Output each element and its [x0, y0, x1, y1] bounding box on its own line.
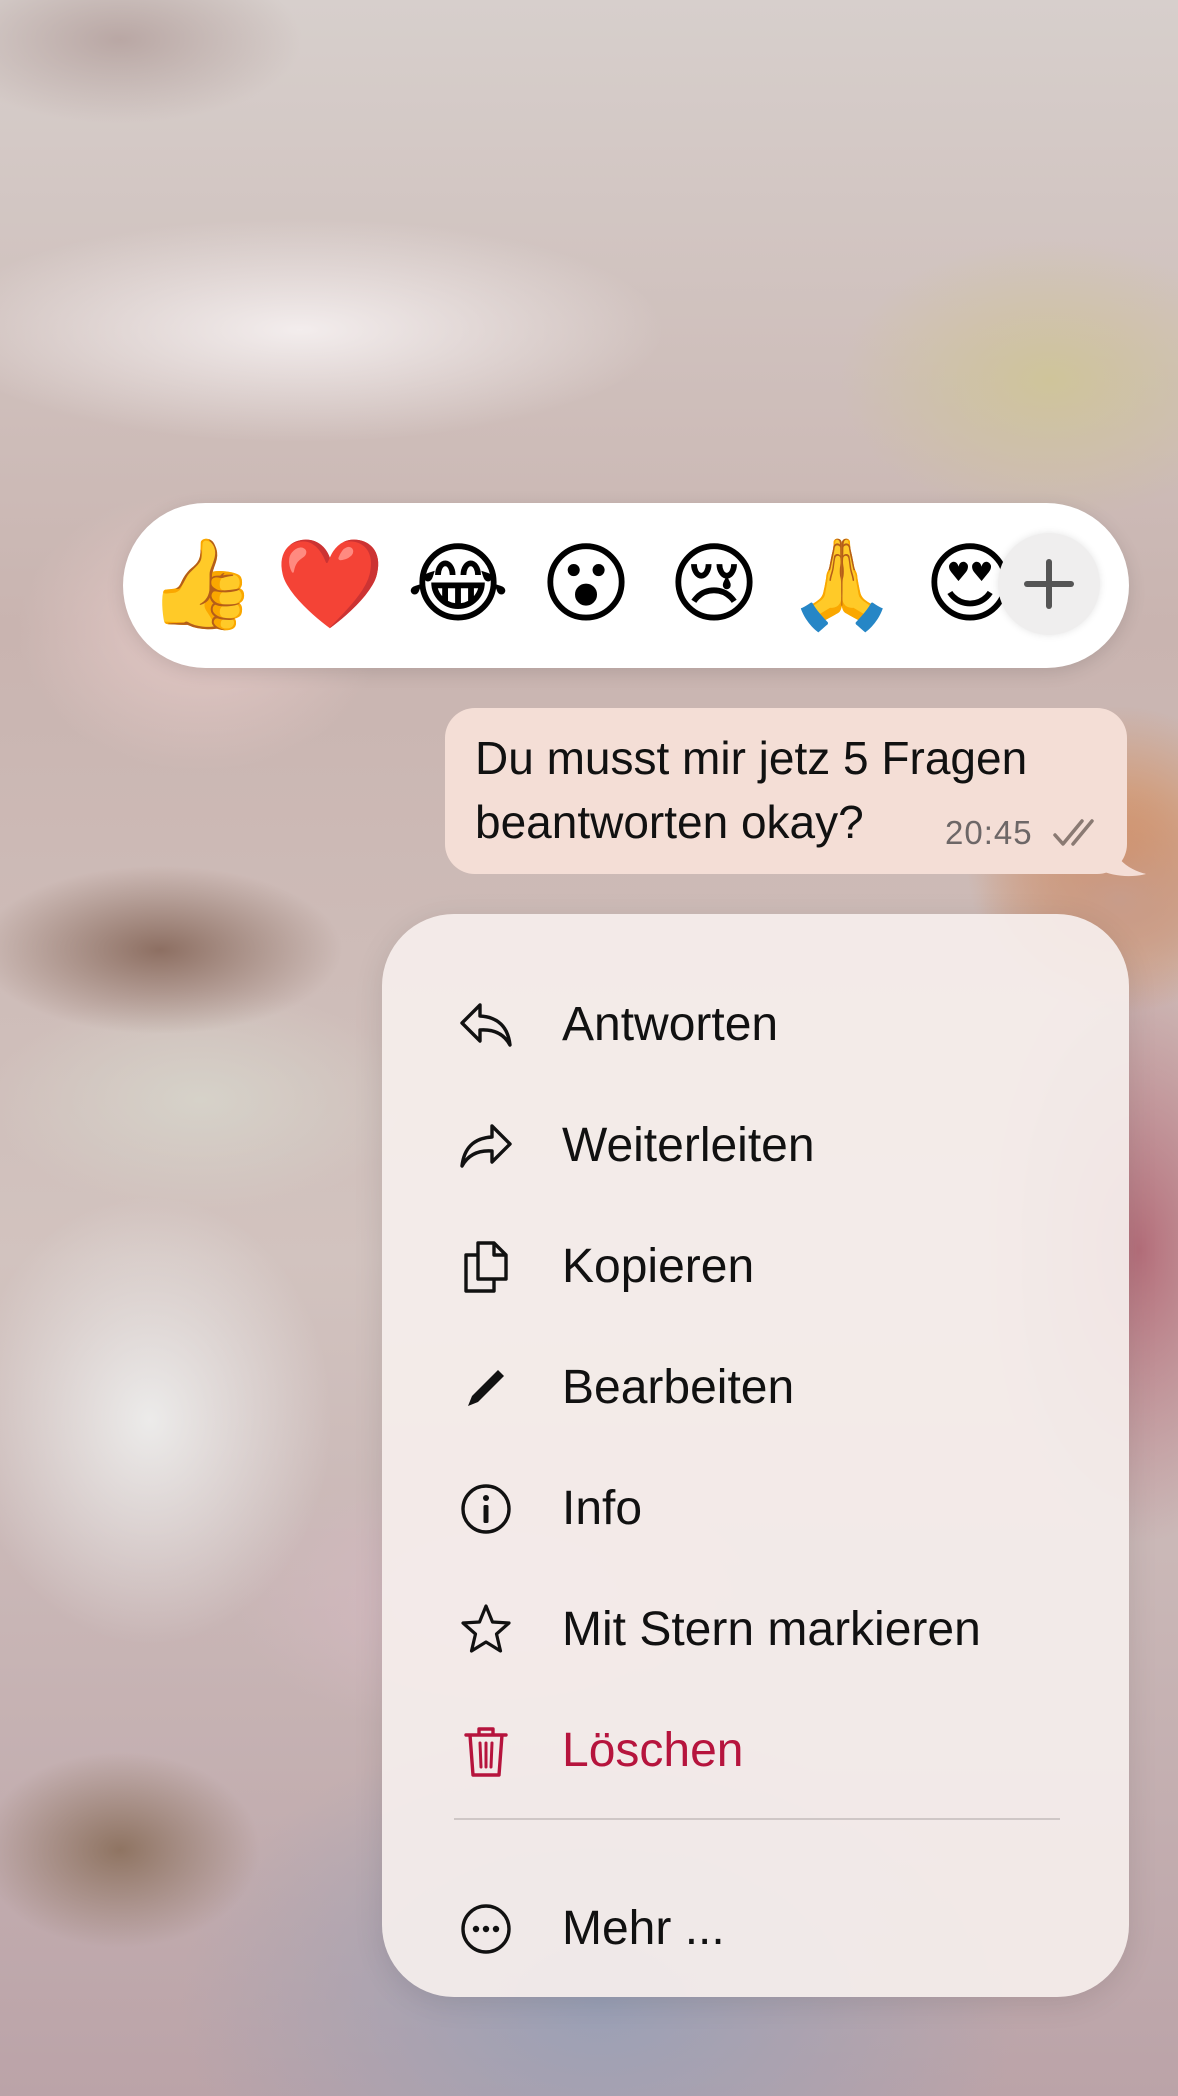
forward-icon [458, 1118, 514, 1174]
menu-item-forward[interactable]: Weiterleiten [382, 1091, 1129, 1201]
menu-item-delete[interactable]: Löschen [382, 1696, 1129, 1806]
message-time: 20:45 [945, 814, 1033, 851]
menu-label-edit: Bearbeiten [562, 1361, 795, 1414]
message-bubble[interactable]: Du musst mir jetz 5 Fragen beantworten o… [445, 708, 1127, 874]
reaction-laughing[interactable]: 😂 [403, 529, 513, 639]
menu-label-info: Info [562, 1482, 643, 1535]
menu-label-reply: Antworten [562, 998, 779, 1051]
reaction-thumbs-up[interactable]: 👍 [147, 529, 257, 639]
menu-label-delete: Löschen [562, 1724, 744, 1777]
reaction-heart[interactable]: ❤️ [275, 529, 385, 639]
info-icon [458, 1481, 514, 1537]
more-icon [458, 1901, 514, 1957]
reaction-surprised[interactable]: 😮 [531, 529, 641, 639]
menu-label-more: Mehr ... [562, 1902, 725, 1955]
context-menu: Antworten Weiterleiten Kopieren Bearbeit… [382, 914, 1129, 1997]
double-check-icon [1052, 818, 1102, 853]
star-icon [458, 1602, 514, 1658]
reaction-crying[interactable]: 😢 [659, 529, 769, 639]
menu-item-more[interactable]: Mehr ... [382, 1874, 1129, 1984]
pencil-icon [458, 1360, 514, 1416]
add-reaction-button[interactable] [998, 533, 1100, 635]
reaction-bar: 👍 ❤️ 😂 😮 😢 🙏 😍 [123, 503, 1129, 668]
menu-label-forward: Weiterleiten [562, 1119, 815, 1172]
menu-label-copy: Kopieren [562, 1240, 755, 1293]
menu-item-info[interactable]: Info [382, 1454, 1129, 1564]
copy-icon [458, 1239, 514, 1295]
menu-item-reply[interactable]: Antworten [382, 970, 1129, 1080]
menu-item-edit[interactable]: Bearbeiten [382, 1333, 1129, 1443]
trash-icon [458, 1723, 514, 1779]
menu-item-copy[interactable]: Kopieren [382, 1212, 1129, 1322]
menu-divider [454, 1818, 1060, 1820]
menu-label-star: Mit Stern markieren [562, 1603, 981, 1656]
reply-icon [458, 997, 514, 1053]
menu-item-star[interactable]: Mit Stern markieren [382, 1575, 1129, 1685]
reaction-praying[interactable]: 🙏 [787, 529, 897, 639]
